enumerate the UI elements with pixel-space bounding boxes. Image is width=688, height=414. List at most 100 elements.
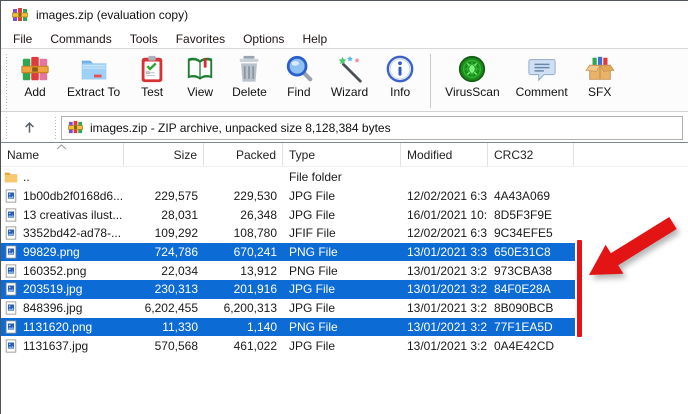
file-crc32: 973CBA38	[488, 264, 574, 278]
file-size: 570,568	[124, 339, 204, 353]
file-size: 230,313	[124, 282, 204, 296]
file-row-content: 848396.jpg6,202,4556,200,313JPG File13/0…	[1, 299, 575, 318]
column-header-size[interactable]: Size	[124, 143, 204, 166]
file-row-content: 1131620.png11,3301,140PNG File13/01/2021…	[1, 318, 575, 337]
file-type: JPG File	[283, 282, 401, 296]
file-crc32: 650E31C8	[488, 245, 574, 259]
column-header-filler	[574, 143, 688, 166]
toolbar-button-sfx[interactable]: SFX	[576, 52, 624, 101]
file-modified: 16/01/2021 10:...	[401, 208, 488, 222]
file-row-1b00db2f0168d6[interactable]: 1b00db2f0168d6...229,575229,530JPG File1…	[1, 187, 688, 206]
toolbar-button-comment[interactable]: Comment	[508, 52, 576, 101]
toolbar-button-info[interactable]: Info	[376, 52, 424, 101]
toolbar-grip[interactable]	[4, 54, 8, 110]
address-field[interactable]: images.zip - ZIP archive, unpacked size …	[61, 116, 683, 140]
file-name: 1131637.jpg	[23, 339, 88, 353]
column-header-crc32[interactable]: CRC32	[488, 143, 574, 166]
toolbar-button-delete[interactable]: Delete	[224, 52, 275, 101]
toolbar-button-virusscan[interactable]: VirusScan	[437, 52, 507, 101]
file-modified: 12/02/2021 6:3...	[401, 226, 488, 240]
image-file-icon	[4, 264, 18, 278]
toolbar-button-find[interactable]: Find	[275, 52, 323, 101]
up-one-level-button[interactable]	[14, 116, 44, 140]
folder-icon	[4, 170, 18, 184]
menu-item-options[interactable]: Options	[234, 30, 293, 48]
view-icon	[185, 54, 215, 84]
column-header-name[interactable]: Name	[1, 143, 124, 166]
toolbar-button-wizard[interactable]: Wizard	[323, 52, 376, 101]
file-row-content: 3352bd42-ad78-...109,292108,780JFIF File…	[1, 224, 575, 243]
comment-icon	[527, 54, 557, 84]
file-row-[interactable]: .. File folder	[1, 168, 688, 187]
file-packed: 670,241	[204, 245, 283, 259]
archive-description: images.zip - ZIP archive, unpacked size …	[90, 121, 391, 135]
column-header-packed[interactable]: Packed	[204, 143, 283, 166]
column-header-label: Packed	[236, 148, 276, 162]
file-packed: 461,022	[204, 339, 283, 353]
file-row-203519-jpg[interactable]: 203519.jpg 230,313201,916JPG File13/01/20…	[1, 280, 688, 299]
file-name: ..	[23, 170, 30, 184]
file-row-content: 203519.jpg 230,313201,916JPG File13/01/20…	[1, 280, 575, 299]
toolbar-button-add[interactable]: Add	[11, 52, 59, 101]
column-header-row: Name Size Packed Type Modified CRC32	[1, 143, 688, 167]
file-packed: 6,200,313	[204, 301, 283, 315]
file-row-160352-png[interactable]: 160352.png22,03413,912PNG File13/01/2021…	[1, 261, 688, 280]
menu-item-tools[interactable]: Tools	[121, 30, 167, 48]
virusscan-icon	[457, 54, 487, 84]
file-crc32: 9C34EFE5	[488, 226, 574, 240]
winrar-logo-icon	[12, 7, 28, 23]
file-row-1131620-png[interactable]: 1131620.png11,3301,140PNG File13/01/2021…	[1, 318, 688, 337]
column-header-label: Type	[289, 148, 315, 162]
addressbar-grip[interactable]	[4, 117, 8, 139]
toolbar-button-test[interactable]: Test	[128, 52, 176, 101]
menu-item-favorites[interactable]: Favorites	[167, 30, 234, 48]
file-modified: 13/01/2021 3:2...	[401, 301, 488, 315]
address-field-grip[interactable]	[53, 117, 57, 139]
column-header-label: CRC32	[494, 148, 533, 162]
column-header-modified[interactable]: Modified	[401, 143, 488, 166]
file-type: PNG File	[283, 245, 401, 259]
file-row-content: 13 creativas ilust...28,03126,348JPG Fil…	[1, 205, 575, 224]
toolbar-button-label: Wizard	[331, 85, 368, 99]
file-row-1131637-jpg[interactable]: 1131637.jpg570,568461,022JPG File13/01/2…	[1, 336, 688, 355]
file-name: 13 creativas ilust...	[23, 208, 122, 222]
menu-item-help[interactable]: Help	[293, 30, 336, 48]
file-packed: 1,140	[204, 320, 283, 334]
file-type: File folder	[283, 170, 401, 184]
winrar-archive-icon	[68, 120, 83, 135]
extract-to-icon	[79, 54, 109, 84]
file-name: 203519.jpg	[23, 282, 82, 296]
file-modified: 12/02/2021 6:3...	[401, 189, 488, 203]
file-packed: 108,780	[204, 226, 283, 240]
find-icon	[284, 54, 314, 84]
toolbar-button-view[interactable]: View	[176, 52, 224, 101]
add-icon	[20, 54, 50, 84]
image-file-icon	[4, 320, 18, 334]
toolbar-button-extract-to[interactable]: Extract To	[59, 52, 128, 101]
wizard-icon	[335, 54, 365, 84]
file-row-13-creativas-ilust[interactable]: 13 creativas ilust...28,03126,348JPG Fil…	[1, 205, 688, 224]
file-type: JPG File	[283, 301, 401, 315]
column-header-label: Name	[7, 148, 39, 162]
file-row-content: 1131637.jpg570,568461,022JPG File13/01/2…	[1, 336, 575, 355]
file-type: JFIF File	[283, 226, 401, 240]
file-row-content: 160352.png22,03413,912PNG File13/01/2021…	[1, 261, 575, 280]
toolbar-separator	[430, 54, 431, 108]
image-file-icon	[4, 245, 18, 259]
file-row-99829-png[interactable]: 99829.png724,786670,241PNG File13/01/202…	[1, 243, 688, 262]
address-bar: images.zip - ZIP archive, unpacked size …	[1, 113, 688, 142]
file-name: 160352.png	[23, 264, 86, 278]
menu-item-file[interactable]: File	[4, 30, 41, 48]
file-crc32: 84F0E28A	[488, 282, 574, 296]
column-header-type[interactable]: Type	[283, 143, 401, 166]
file-row-848396-jpg[interactable]: 848396.jpg6,202,4556,200,313JPG File13/0…	[1, 299, 688, 318]
menu-item-commands[interactable]: Commands	[41, 30, 120, 48]
image-file-icon	[4, 226, 18, 240]
file-packed: 201,916	[204, 282, 283, 296]
toolbar-button-label: Info	[390, 85, 410, 99]
info-icon	[385, 54, 415, 84]
file-crc32: 0A4E42CD	[488, 339, 574, 353]
file-row-3352bd42-ad78[interactable]: 3352bd42-ad78-...109,292108,780JFIF File…	[1, 224, 688, 243]
file-modified: 13/01/2021 3:2...	[401, 282, 488, 296]
menu-bar: FileCommandsToolsFavoritesOptionsHelp	[1, 29, 688, 48]
